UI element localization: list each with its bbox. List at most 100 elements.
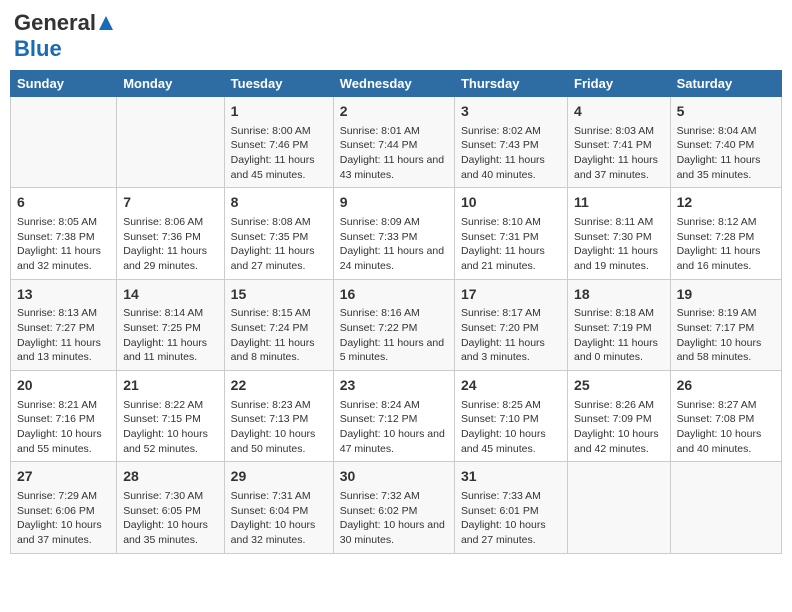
day-info: Sunset: 7:27 PM (17, 321, 110, 336)
logo-general: General (14, 10, 96, 36)
calendar-cell (568, 462, 671, 553)
day-info: Sunset: 7:20 PM (461, 321, 561, 336)
calendar-cell: 2Sunrise: 8:01 AMSunset: 7:44 PMDaylight… (333, 97, 454, 188)
day-info: Daylight: 10 hours and 47 minutes. (340, 427, 448, 456)
calendar-week-4: 20Sunrise: 8:21 AMSunset: 7:16 PMDayligh… (11, 371, 782, 462)
logo-triangle-icon (97, 14, 115, 32)
logo-blue: Blue (14, 36, 62, 61)
day-number: 25 (574, 376, 664, 396)
day-number: 9 (340, 193, 448, 213)
day-info: Sunset: 6:05 PM (123, 504, 217, 519)
day-info: Daylight: 10 hours and 45 minutes. (461, 427, 561, 456)
day-number: 31 (461, 467, 561, 487)
day-info: Sunset: 7:16 PM (17, 412, 110, 427)
day-info: Sunrise: 8:16 AM (340, 306, 448, 321)
calendar-header-tuesday: Tuesday (224, 71, 333, 97)
day-number: 22 (231, 376, 327, 396)
day-info: Sunrise: 7:33 AM (461, 489, 561, 504)
day-info: Sunrise: 8:01 AM (340, 124, 448, 139)
day-info: Sunset: 7:19 PM (574, 321, 664, 336)
calendar-cell: 6Sunrise: 8:05 AMSunset: 7:38 PMDaylight… (11, 188, 117, 279)
calendar-cell: 27Sunrise: 7:29 AMSunset: 6:06 PMDayligh… (11, 462, 117, 553)
calendar-cell: 24Sunrise: 8:25 AMSunset: 7:10 PMDayligh… (454, 371, 567, 462)
day-info: Daylight: 10 hours and 27 minutes. (461, 518, 561, 547)
calendar-cell (117, 97, 224, 188)
calendar-cell: 10Sunrise: 8:10 AMSunset: 7:31 PMDayligh… (454, 188, 567, 279)
day-info: Sunrise: 7:30 AM (123, 489, 217, 504)
day-number: 21 (123, 376, 217, 396)
calendar-cell: 31 Sunrise: 7:33 AMSunset: 6:01 PMDayligh… (454, 462, 567, 553)
calendar-cell: 25Sunrise: 8:26 AMSunset: 7:09 PMDayligh… (568, 371, 671, 462)
day-number: 16 (340, 285, 448, 305)
day-info: Daylight: 11 hours and 27 minutes. (231, 244, 327, 273)
day-info: Sunrise: 7:31 AM (231, 489, 327, 504)
calendar-week-2: 6Sunrise: 8:05 AMSunset: 7:38 PMDaylight… (11, 188, 782, 279)
calendar-cell: 21Sunrise: 8:22 AMSunset: 7:15 PMDayligh… (117, 371, 224, 462)
day-info: Daylight: 11 hours and 3 minutes. (461, 336, 561, 365)
day-info: Daylight: 11 hours and 5 minutes. (340, 336, 448, 365)
day-info: Sunrise: 7:32 AM (340, 489, 448, 504)
day-info: Daylight: 11 hours and 19 minutes. (574, 244, 664, 273)
day-info: Sunrise: 7:29 AM (17, 489, 110, 504)
calendar-week-3: 13Sunrise: 8:13 AMSunset: 7:27 PMDayligh… (11, 279, 782, 370)
day-info: Daylight: 10 hours and 30 minutes. (340, 518, 448, 547)
day-number: 15 (231, 285, 327, 305)
calendar-cell (670, 462, 781, 553)
page-header: General Blue (10, 10, 782, 62)
day-info: Sunrise: 8:05 AM (17, 215, 110, 230)
calendar-header-saturday: Saturday (670, 71, 781, 97)
calendar-table: SundayMondayTuesdayWednesdayThursdayFrid… (10, 70, 782, 554)
day-number: 13 (17, 285, 110, 305)
day-info: Sunset: 7:35 PM (231, 230, 327, 245)
calendar-week-5: 27 Sunrise: 7:29 AMSunset: 6:06 PM Dayligh… (11, 462, 782, 553)
calendar-cell: 7Sunrise: 8:06 AMSunset: 7:36 PMDaylight… (117, 188, 224, 279)
day-info: Daylight: 11 hours and 40 minutes. (461, 153, 561, 182)
day-info: Daylight: 11 hours and 13 minutes. (17, 336, 110, 365)
day-info: Sunset: 6:04 PM (231, 504, 327, 519)
day-info: Sunrise: 8:14 AM (123, 306, 217, 321)
day-info: Daylight: 11 hours and 35 minutes. (677, 153, 775, 182)
day-info: Sunrise: 8:23 AM (231, 398, 327, 413)
day-info: Sunset: 7:44 PM (340, 138, 448, 153)
day-number: 27 (17, 467, 110, 487)
day-info: Daylight: 11 hours and 29 minutes. (123, 244, 217, 273)
calendar-cell: 9Sunrise: 8:09 AMSunset: 7:33 PMDaylight… (333, 188, 454, 279)
day-info: Sunrise: 8:26 AM (574, 398, 664, 413)
day-info: Sunrise: 8:19 AM (677, 306, 775, 321)
day-info: Daylight: 11 hours and 24 minutes. (340, 244, 448, 273)
day-number: 6 (17, 193, 110, 213)
calendar-header-wednesday: Wednesday (333, 71, 454, 97)
calendar-cell: 20Sunrise: 8:21 AMSunset: 7:16 PMDayligh… (11, 371, 117, 462)
day-number: 30 (340, 467, 448, 487)
day-info: Sunrise: 8:04 AM (677, 124, 775, 139)
day-info: Sunset: 6:01 PM (461, 504, 561, 519)
day-number: 17 (461, 285, 561, 305)
day-info: Sunrise: 8:13 AM (17, 306, 110, 321)
calendar-header-friday: Friday (568, 71, 671, 97)
day-number: 3 (461, 102, 561, 122)
calendar-cell: 29Sunrise: 7:31 AMSunset: 6:04 PMDayligh… (224, 462, 333, 553)
calendar-cell: 13Sunrise: 8:13 AMSunset: 7:27 PMDayligh… (11, 279, 117, 370)
day-info: Sunset: 7:15 PM (123, 412, 217, 427)
calendar-cell: 8Sunrise: 8:08 AMSunset: 7:35 PMDaylight… (224, 188, 333, 279)
day-number: 10 (461, 193, 561, 213)
day-number: 19 (677, 285, 775, 305)
day-info: Sunrise: 8:08 AM (231, 215, 327, 230)
calendar-cell: 14Sunrise: 8:14 AMSunset: 7:25 PMDayligh… (117, 279, 224, 370)
day-info: Sunset: 7:41 PM (574, 138, 664, 153)
day-number: 26 (677, 376, 775, 396)
day-number: 20 (17, 376, 110, 396)
day-number: 1 (231, 102, 327, 122)
day-info: Sunset: 7:46 PM (231, 138, 327, 153)
calendar-cell: 3Sunrise: 8:02 AMSunset: 7:43 PMDaylight… (454, 97, 567, 188)
day-info: Daylight: 11 hours and 0 minutes. (574, 336, 664, 365)
calendar-week-1: 1Sunrise: 8:00 AMSunset: 7:46 PMDaylight… (11, 97, 782, 188)
day-info: Daylight: 11 hours and 16 minutes. (677, 244, 775, 273)
calendar-body: 1Sunrise: 8:00 AMSunset: 7:46 PMDaylight… (11, 97, 782, 554)
day-info: Daylight: 11 hours and 45 minutes. (231, 153, 327, 182)
day-info: Daylight: 11 hours and 11 minutes. (123, 336, 217, 365)
day-number: 14 (123, 285, 217, 305)
calendar-cell: 26Sunrise: 8:27 AMSunset: 7:08 PMDayligh… (670, 371, 781, 462)
day-info: Sunset: 6:06 PM (17, 504, 110, 519)
day-info: Sunset: 7:08 PM (677, 412, 775, 427)
